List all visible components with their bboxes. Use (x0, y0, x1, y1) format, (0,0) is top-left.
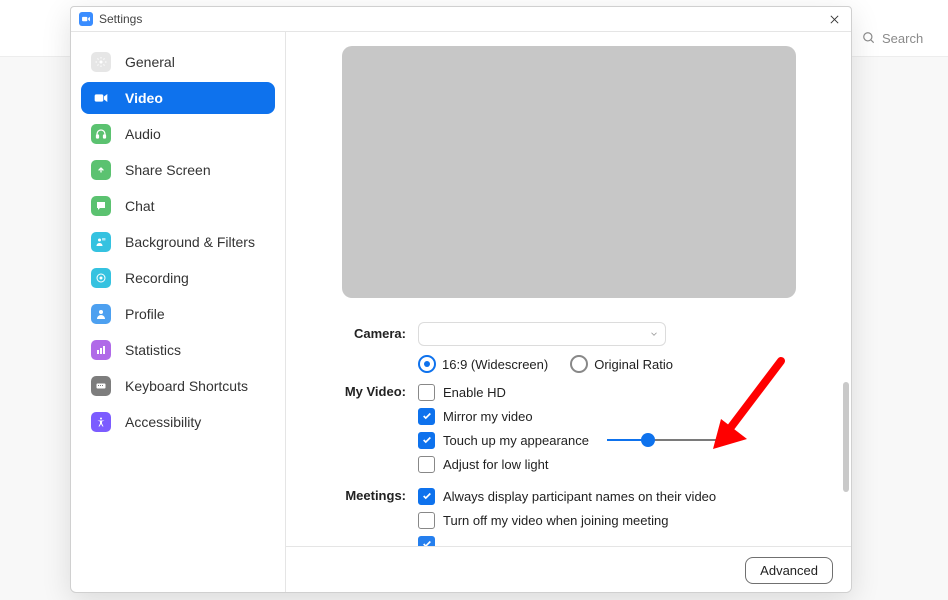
video-icon (91, 88, 111, 108)
sidebar-item-label: Accessibility (125, 414, 201, 430)
sidebar-item-label: General (125, 54, 175, 70)
camera-preview (342, 46, 796, 298)
lowlight-label: Adjust for low light (443, 457, 549, 472)
always-names-label: Always display participant names on thei… (443, 489, 716, 504)
sidebar-item-video[interactable]: Video (81, 82, 275, 114)
sidebar-item-profile[interactable]: Profile (81, 298, 275, 330)
always-names-checkbox[interactable] (418, 488, 435, 505)
search-icon (862, 31, 876, 45)
aspect-original-radio[interactable] (570, 355, 588, 373)
advanced-button[interactable]: Advanced (745, 557, 833, 584)
sidebar-item-label: Audio (125, 126, 161, 142)
sidebar-item-recording[interactable]: Recording (81, 262, 275, 294)
aspect-169-label: 16:9 (Widescreen) (442, 357, 548, 372)
chevron-down-icon (649, 329, 659, 339)
sidebar-item-label: Video (125, 90, 163, 106)
sidebar-item-label: Profile (125, 306, 165, 322)
camera-row: Camera: 16:9 (Widescreen) Original Ratio (312, 322, 825, 376)
sidebar-item-label: Keyboard Shortcuts (125, 378, 248, 394)
sidebar-item-share-screen[interactable]: Share Screen (81, 154, 275, 186)
sidebar-item-accessibility[interactable]: Accessibility (81, 406, 275, 438)
video-settings-form: Camera: 16:9 (Widescreen) Original Ratio (312, 322, 825, 556)
touchup-checkbox[interactable] (418, 432, 435, 449)
sidebar-item-label: Share Screen (125, 162, 211, 178)
stats-icon (91, 340, 111, 360)
sidebar-item-audio[interactable]: Audio (81, 118, 275, 150)
enable-hd-checkbox[interactable] (418, 384, 435, 401)
global-search[interactable]: Search (862, 26, 934, 50)
advanced-bar: Advanced (286, 546, 851, 593)
video-settings-panel: Camera: 16:9 (Widescreen) Original Ratio (286, 32, 851, 593)
myvideo-label: My Video: (312, 380, 418, 476)
turn-off-video-checkbox[interactable] (418, 512, 435, 529)
sidebar-item-keyboard-shortcuts[interactable]: Keyboard Shortcuts (81, 370, 275, 402)
mirror-video-label: Mirror my video (443, 409, 533, 424)
settings-window: Settings General Video (70, 6, 852, 593)
lowlight-checkbox[interactable] (418, 456, 435, 473)
camera-label: Camera: (312, 322, 418, 376)
myvideo-row: My Video: Enable HD Mirror my video T (312, 380, 825, 476)
aspect-169-radio[interactable] (418, 355, 436, 373)
sidebar-item-statistics[interactable]: Statistics (81, 334, 275, 366)
background-icon (91, 232, 111, 252)
global-search-placeholder: Search (882, 31, 923, 46)
gear-icon (91, 52, 111, 72)
share-arrow-icon (91, 160, 111, 180)
keyboard-icon (91, 376, 111, 396)
sidebar-item-background-filters[interactable]: Background & Filters (81, 226, 275, 258)
window-title: Settings (99, 12, 142, 26)
settings-sidebar: General Video Audio Share Screen (71, 32, 286, 593)
record-icon (91, 268, 111, 288)
sidebar-item-label: Chat (125, 198, 155, 214)
scrollbar-thumb[interactable] (843, 382, 849, 492)
profile-icon (91, 304, 111, 324)
mirror-video-checkbox[interactable] (418, 408, 435, 425)
accessibility-icon (91, 412, 111, 432)
sidebar-item-general[interactable]: General (81, 46, 275, 78)
camera-dropdown[interactable] (418, 322, 666, 346)
close-icon (829, 14, 840, 25)
turn-off-video-label: Turn off my video when joining meeting (443, 513, 668, 528)
close-button[interactable] (823, 8, 845, 30)
touchup-label: Touch up my appearance (443, 433, 589, 448)
sidebar-item-chat[interactable]: Chat (81, 190, 275, 222)
sidebar-item-label: Background & Filters (125, 234, 255, 250)
enable-hd-label: Enable HD (443, 385, 506, 400)
touchup-slider[interactable] (607, 431, 721, 449)
sidebar-item-label: Statistics (125, 342, 181, 358)
zoom-logo-icon (79, 12, 93, 26)
titlebar: Settings (71, 7, 851, 32)
sidebar-item-label: Recording (125, 270, 189, 286)
chat-icon (91, 196, 111, 216)
aspect-original-label: Original Ratio (594, 357, 673, 372)
headphones-icon (91, 124, 111, 144)
